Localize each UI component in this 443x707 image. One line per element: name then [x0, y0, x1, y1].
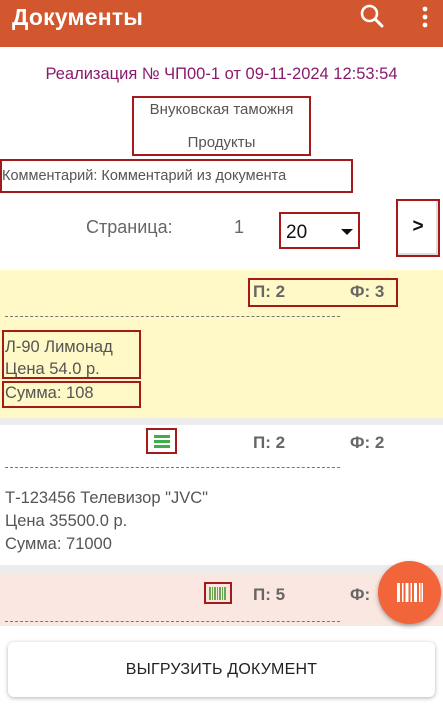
- item-name: Л-90 Лимонад: [5, 338, 113, 356]
- item-name: Т-123456 Телевизор "JVC": [5, 489, 208, 507]
- dashed-divider: [5, 316, 340, 317]
- item-price: Цена 54.0 р.: [5, 360, 100, 378]
- fact-count: Ф:: [350, 585, 371, 604]
- item-sum: Сумма: 71000: [5, 535, 112, 553]
- document-comment: Комментарий: Комментарий из документа: [2, 168, 287, 184]
- dashed-divider: [5, 467, 340, 468]
- plan-count: П: 2: [253, 282, 286, 301]
- export-document-button[interactable]: ВЫГРУЗИТЬ ДОКУМЕНТ: [8, 642, 435, 697]
- item-price: Цена 35500.0 р.: [5, 512, 128, 530]
- app-title: Документы: [12, 4, 144, 30]
- search-icon[interactable]: [358, 2, 386, 30]
- plan-count: П: 2: [253, 433, 286, 452]
- document-title: Реализация № ЧП00-1 от 09-11-2024 12:53:…: [45, 65, 398, 83]
- list-item[interactable]: П: 2 Ф: 3 Л-90 Лимонад Цена 54.0 р. Сумм…: [0, 270, 443, 418]
- fact-count: Ф: 2: [350, 433, 385, 452]
- list-item[interactable]: П: 2 Ф: 2 Т-123456 Телевизор "JVC" Цена …: [0, 425, 443, 565]
- page-label: Страница:: [86, 217, 173, 237]
- icon-box: [146, 428, 177, 454]
- warehouse-name: Продукты: [187, 134, 256, 151]
- divider: [0, 418, 443, 425]
- item-sum: Сумма: 108: [5, 384, 94, 402]
- page-size-select[interactable]: 20: [279, 212, 360, 249]
- icon-box: [204, 582, 232, 604]
- page-size-value: 20: [286, 222, 308, 243]
- dashed-divider: [5, 621, 340, 622]
- fact-count: Ф: 3: [350, 282, 385, 301]
- dropdown-caret-icon: [341, 229, 353, 235]
- next-page-button[interactable]: >: [396, 199, 440, 257]
- barcode-scan-icon: [397, 583, 423, 602]
- app-bar: Документы: [0, 0, 443, 47]
- page-number: 1: [234, 217, 245, 237]
- list-icon[interactable]: [154, 435, 170, 448]
- plan-count: П: 5: [253, 585, 286, 604]
- more-vertical-icon[interactable]: [419, 4, 431, 30]
- scan-barcode-button[interactable]: [378, 561, 441, 624]
- organization-name: Внуковская таможня: [149, 101, 294, 118]
- list-item[interactable]: П: 5 Ф:: [0, 574, 443, 626]
- divider: [0, 565, 443, 574]
- barcode-icon[interactable]: [209, 587, 227, 600]
